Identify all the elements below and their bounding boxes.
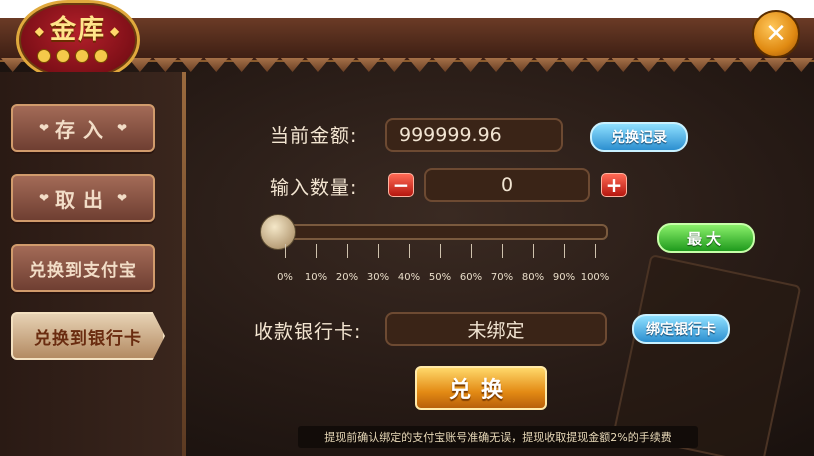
exchange-history-button[interactable]: 兑换记录 <box>590 122 688 152</box>
sidebar-item-alipay[interactable]: 兑换到支付宝 <box>11 244 155 292</box>
coin-icons <box>37 49 108 63</box>
heart-icon: ❤ <box>38 191 49 205</box>
max-button[interactable]: 最大 <box>657 223 755 253</box>
close-button[interactable]: ✕ <box>752 10 800 58</box>
slider-tick <box>285 244 286 258</box>
balance-label: 当前金额: <box>270 125 358 147</box>
close-icon: ✕ <box>765 19 787 49</box>
slider-tick <box>316 244 317 258</box>
sidebar-item-label: 取出 <box>55 187 111 212</box>
sidebar-item-deposit[interactable]: ❤ 存入 ❤ <box>11 104 155 152</box>
bank-card-label: 收款银行卡: <box>254 321 362 343</box>
slider-tick <box>471 244 472 258</box>
minus-icon: − <box>392 173 410 197</box>
amount-input[interactable]: 0 <box>424 168 590 202</box>
amount-slider-track[interactable] <box>270 224 608 240</box>
slider-tick <box>440 244 441 258</box>
slider-tick <box>564 244 565 258</box>
sidebar-item-withdraw[interactable]: ❤ 取出 ❤ <box>11 174 155 222</box>
vault-logo: ◆ 金库 ◆ <box>16 0 140 80</box>
slider-tick-label: 100% <box>580 272 610 283</box>
sidebar-item-label: 存入 <box>55 117 111 142</box>
sidebar-item-label: 兑换到银行卡 <box>34 328 142 349</box>
slider-tick <box>378 244 379 258</box>
plus-icon: + <box>605 173 623 197</box>
bank-card-value: 未绑定 <box>467 319 525 342</box>
balance-field: 999999.96 <box>385 118 563 152</box>
amount-value: 0 <box>500 174 514 196</box>
slider-tick <box>595 244 596 258</box>
page-title: ◆ 金库 ◆ <box>34 15 122 45</box>
slider-tick <box>533 244 534 258</box>
slider-scale: 0% 10% 20% 30% 40% 50% 60% 70% 80% 90% 100% <box>270 244 610 284</box>
heart-icon: ❤ <box>117 191 128 205</box>
slider-tick <box>502 244 503 258</box>
vault-window: ◆ 金库 ◆ ✕ ❤ 存入 ❤ ❤ 取出 ❤ 兑换到支付宝 兑换到银行卡 当前金额: 999… <box>0 0 814 456</box>
amount-label: 输入数量: <box>270 177 358 199</box>
slider-tick <box>347 244 348 258</box>
fee-notice: 提现前确认绑定的支付宝账号准确无误，提现收取提现金额2%的手续费 <box>298 426 698 448</box>
title-text: 金库 <box>49 15 106 45</box>
bind-bank-card-button[interactable]: 绑定银行卡 <box>632 314 730 344</box>
sidebar-item-bankcard[interactable]: 兑换到银行卡 <box>11 312 165 360</box>
bank-card-field: 未绑定 <box>385 312 607 346</box>
sidebar-item-label: 兑换到支付宝 <box>29 260 137 281</box>
heart-icon: ❤ <box>117 121 128 135</box>
balance-value: 999999.96 <box>399 124 502 146</box>
sidebar-divider <box>182 72 186 456</box>
heart-icon: ❤ <box>38 121 49 135</box>
slider-tick <box>409 244 410 258</box>
increase-button[interactable]: + <box>601 173 627 197</box>
decrease-button[interactable]: − <box>388 173 414 197</box>
exchange-button[interactable]: 兑换 <box>415 366 547 410</box>
